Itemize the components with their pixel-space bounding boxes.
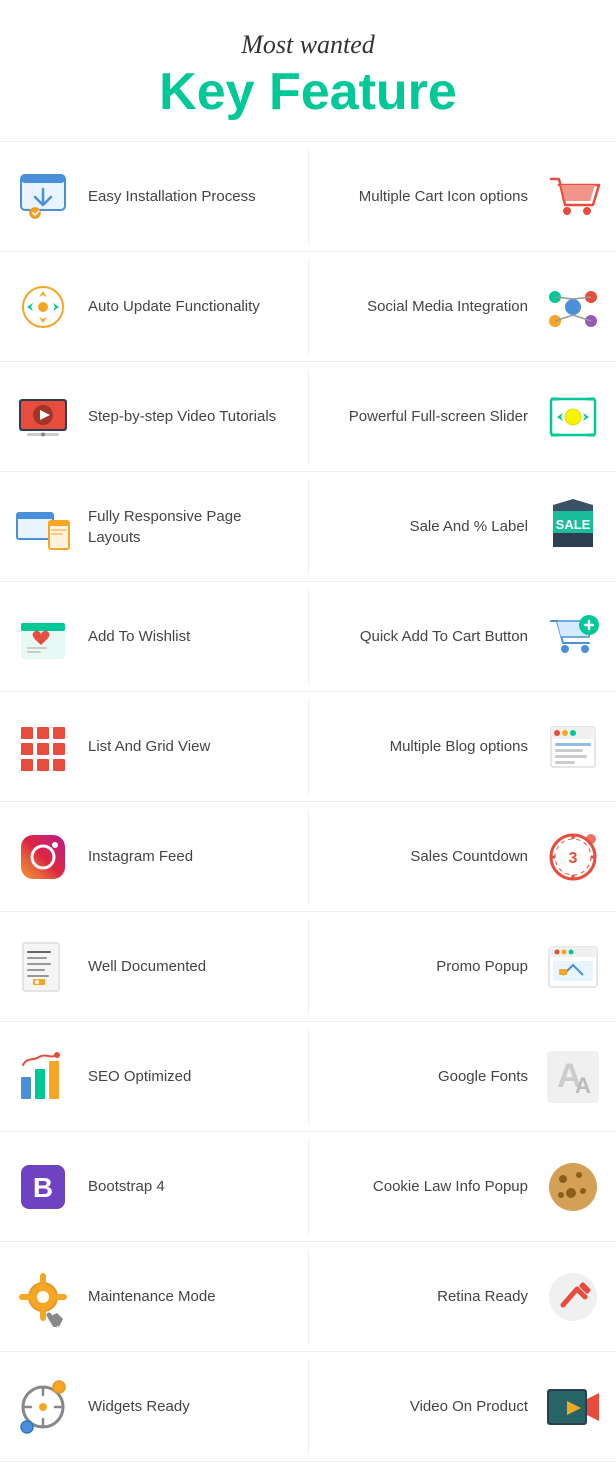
feature-label-left-1: Auto Update Functionality — [78, 296, 270, 317]
promo-icon — [538, 932, 608, 1002]
feature-cell-right-4: Quick Add To Cart Button — [308, 590, 616, 684]
feature-label-left-3: Fully Responsive Page Layouts — [78, 506, 300, 548]
feature-row: List And Grid View Multiple Blog options — [0, 692, 616, 802]
svg-text:B: B — [33, 1172, 53, 1203]
documented-icon — [8, 932, 78, 1002]
feature-cell-left-10: Maintenance Mode — [0, 1250, 308, 1344]
feature-label-right-0: Multiple Cart Icon options — [349, 186, 538, 207]
feature-cell-left-1: Auto Update Functionality — [0, 260, 308, 354]
sale-icon: SALE — [538, 492, 608, 562]
feature-cell-left-4: Add To Wishlist — [0, 590, 308, 684]
feature-label-right-11: Video On Product — [400, 1396, 538, 1417]
svg-text:3: 3 — [569, 850, 578, 867]
feature-cell-right-7: Promo Popup — [308, 920, 616, 1014]
feature-label-left-8: SEO Optimized — [78, 1066, 201, 1087]
feature-row: Add To Wishlist Quick Add To Cart Button — [0, 582, 616, 692]
slider-icon — [538, 382, 608, 452]
svg-text:SALE: SALE — [556, 517, 591, 532]
feature-cell-right-6: Sales Countdown 3 — [308, 810, 616, 904]
video-icon — [8, 382, 78, 452]
feature-label-left-10: Maintenance Mode — [78, 1286, 226, 1307]
feature-label-left-5: List And Grid View — [78, 736, 220, 757]
feature-cell-right-9: Cookie Law Info Popup — [308, 1140, 616, 1234]
feature-label-right-7: Promo Popup — [426, 956, 538, 977]
feature-cell-left-9: B Bootstrap 4 — [0, 1140, 308, 1234]
feature-label-right-10: Retina Ready — [427, 1286, 538, 1307]
feature-row: Instagram Feed Sales Countdown 3 — [0, 802, 616, 912]
header-title: Key Feature — [20, 64, 596, 121]
feature-row: B Bootstrap 4 Cookie Law Info Popup — [0, 1132, 616, 1242]
feature-cell-right-2: Powerful Full-screen Slider — [308, 370, 616, 464]
videoproduct-icon — [538, 1372, 608, 1442]
feature-row: Fully Responsive Page Layouts Sale And %… — [0, 472, 616, 582]
feature-row: Widgets Ready Video On Product — [0, 1352, 616, 1462]
feature-label-right-8: Google Fonts — [428, 1066, 538, 1087]
feature-cell-left-6: Instagram Feed — [0, 810, 308, 904]
maintenance-icon — [8, 1262, 78, 1332]
feature-label-left-0: Easy Installation Process — [78, 186, 266, 207]
wishlist-icon — [8, 602, 78, 672]
feature-label-right-3: Sale And % Label — [400, 516, 538, 537]
gridview-icon — [8, 712, 78, 782]
retina-icon — [538, 1262, 608, 1332]
install-icon — [8, 162, 78, 232]
feature-label-right-1: Social Media Integration — [357, 296, 538, 317]
feature-cell-left-0: Easy Installation Process — [0, 150, 308, 244]
feature-cell-right-10: Retina Ready — [308, 1250, 616, 1344]
feature-row: SEO Optimized Google Fonts A A — [0, 1022, 616, 1132]
fonts-icon: A A — [538, 1042, 608, 1112]
feature-cell-right-0: Multiple Cart Icon options — [308, 150, 616, 244]
feature-cell-left-5: List And Grid View — [0, 700, 308, 794]
cart-icon — [538, 162, 608, 232]
feature-label-left-7: Well Documented — [78, 956, 216, 977]
feature-cell-left-11: Widgets Ready — [0, 1360, 308, 1454]
feature-label-left-4: Add To Wishlist — [78, 626, 200, 647]
feature-label-right-4: Quick Add To Cart Button — [350, 626, 538, 647]
features-grid: Easy Installation Process Multiple Cart … — [0, 141, 616, 1462]
feature-cell-left-7: Well Documented — [0, 920, 308, 1014]
feature-cell-right-8: Google Fonts A A — [308, 1030, 616, 1124]
svg-text:A: A — [575, 1073, 591, 1098]
feature-label-right-2: Powerful Full-screen Slider — [339, 406, 538, 427]
feature-cell-right-3: Sale And % Label SALE — [308, 480, 616, 574]
header: Most wanted Key Feature — [0, 0, 616, 141]
social-icon — [538, 272, 608, 342]
seo-icon — [8, 1042, 78, 1112]
widgets-icon — [8, 1372, 78, 1442]
feature-label-right-6: Sales Countdown — [400, 846, 538, 867]
responsive-icon — [8, 492, 78, 562]
feature-cell-right-5: Multiple Blog options — [308, 700, 616, 794]
countdown-icon: 3 — [538, 822, 608, 892]
feature-cell-right-1: Social Media Integration — [308, 260, 616, 354]
feature-label-left-11: Widgets Ready — [78, 1396, 200, 1417]
feature-label-left-9: Bootstrap 4 — [78, 1176, 175, 1197]
feature-row: Easy Installation Process Multiple Cart … — [0, 142, 616, 252]
cookie-icon — [538, 1152, 608, 1222]
feature-row: Well Documented Promo Popup — [0, 912, 616, 1022]
update-icon — [8, 272, 78, 342]
feature-cell-left-8: SEO Optimized — [0, 1030, 308, 1124]
feature-row: Step-by-step Video Tutorials Powerful Fu… — [0, 362, 616, 472]
feature-label-left-6: Instagram Feed — [78, 846, 203, 867]
feature-label-right-9: Cookie Law Info Popup — [363, 1176, 538, 1197]
feature-row: Maintenance Mode Retina Ready — [0, 1242, 616, 1352]
feature-label-right-5: Multiple Blog options — [380, 736, 538, 757]
feature-cell-right-11: Video On Product — [308, 1360, 616, 1454]
feature-label-left-2: Step-by-step Video Tutorials — [78, 406, 286, 427]
feature-cell-left-2: Step-by-step Video Tutorials — [0, 370, 308, 464]
quickcart-icon — [538, 602, 608, 672]
blog-icon — [538, 712, 608, 782]
instagram-icon — [8, 822, 78, 892]
feature-cell-left-3: Fully Responsive Page Layouts — [0, 480, 308, 574]
feature-row: Auto Update Functionality Social Media I… — [0, 252, 616, 362]
header-subtitle: Most wanted — [20, 30, 596, 60]
bootstrap-icon: B — [8, 1152, 78, 1222]
